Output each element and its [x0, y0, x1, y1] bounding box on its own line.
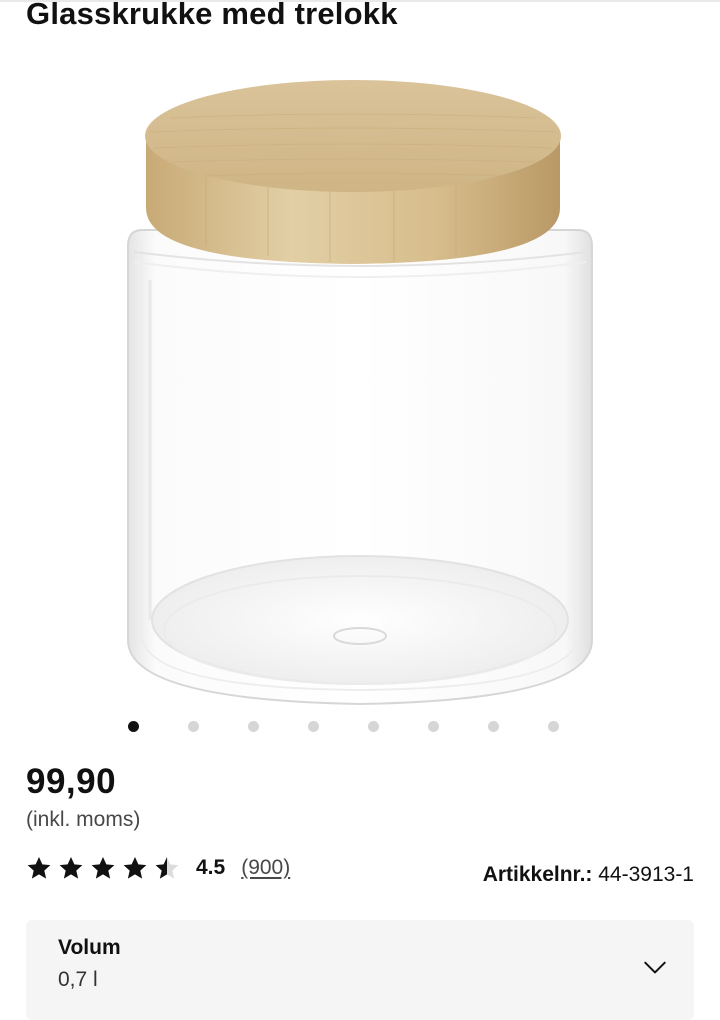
- product-image-gallery[interactable]: [0, 40, 720, 732]
- volume-selector[interactable]: Volum 0,7 l: [26, 920, 694, 1020]
- star-filled-icon: [123, 856, 147, 879]
- gallery-dot[interactable]: [248, 721, 259, 732]
- glass-jar-image[interactable]: [0, 40, 720, 720]
- chevron-down-icon: [644, 961, 666, 974]
- gallery-dot[interactable]: [368, 721, 379, 732]
- star-filled-icon: [91, 856, 115, 879]
- gallery-dot[interactable]: [488, 721, 499, 732]
- gallery-dot[interactable]: [188, 721, 199, 732]
- gallery-dot[interactable]: [308, 721, 319, 732]
- volume-value: 0,7 l: [58, 968, 98, 991]
- star-half-icon: [155, 856, 179, 879]
- gallery-dot[interactable]: [128, 721, 139, 732]
- gallery-dot[interactable]: [428, 721, 439, 732]
- star-rating: [26, 855, 186, 881]
- rating-summary[interactable]: 4.5 (900): [26, 850, 290, 886]
- rating-value: 4.5: [196, 856, 226, 879]
- star-filled-icon: [59, 856, 83, 879]
- article-number-value: 44-3913-1: [598, 863, 694, 886]
- review-count-link[interactable]: (900): [241, 856, 290, 880]
- product-price: 99,90: [26, 762, 117, 801]
- star-filled-icon: [27, 856, 51, 879]
- article-number: Artikkelnr.: 44-3913-1: [483, 860, 694, 890]
- product-title: Glasskrukke med trelokk: [26, 0, 398, 31]
- article-number-label: Artikkelnr.:: [482, 863, 593, 886]
- vat-note: (inkl. moms): [26, 808, 141, 831]
- gallery-dot[interactable]: [548, 721, 559, 732]
- volume-label: Volum: [58, 936, 121, 959]
- gallery-pagination: [0, 720, 720, 734]
